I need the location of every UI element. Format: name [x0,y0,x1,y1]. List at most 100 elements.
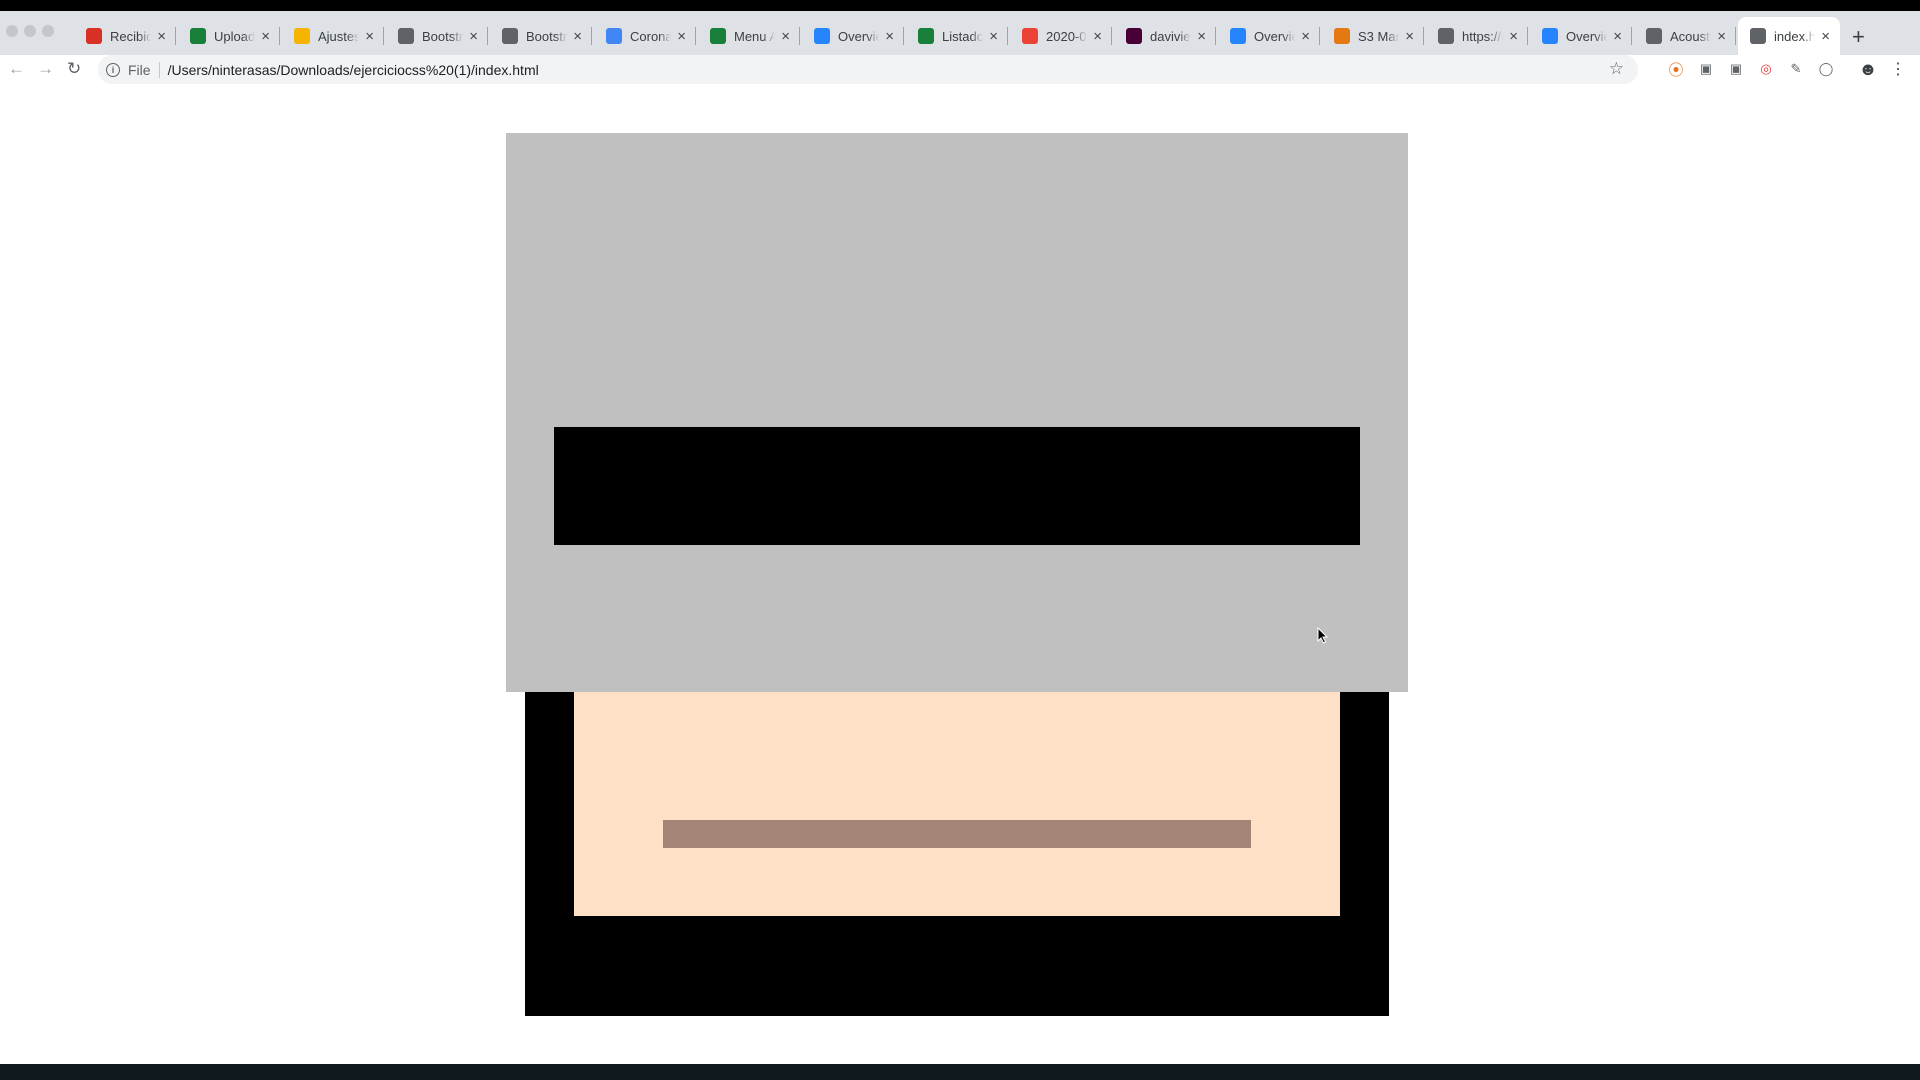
slides-icon [294,28,310,44]
tab-close-icon[interactable]: × [469,28,478,45]
tab-title: Upload [214,28,256,44]
bitbucket-icon [814,28,830,44]
tab-title: Listado [942,28,984,44]
tab-close-icon[interactable]: × [261,28,270,45]
brown-bar [663,820,1251,848]
tab-close-icon[interactable]: × [781,28,790,45]
window-controls[interactable] [6,25,54,37]
tab-separator [1735,27,1736,45]
tab-separator [383,27,384,45]
tab-4[interactable]: Bootstrap × [490,17,592,55]
tab-separator [591,27,592,45]
acoustic-icon [1646,28,1662,44]
extension-orange-icon[interactable]: ⦿ [1668,61,1684,79]
bitbucket-icon [1542,28,1558,44]
tab-12[interactable]: S3 Mana × [1322,17,1424,55]
tab-16[interactable]: index.ht × [1738,17,1840,55]
maximize-window-button[interactable] [42,25,54,37]
tab-close-icon[interactable]: × [1717,28,1726,45]
browser-chrome: Recibido×Upload×Ajustes×Bootstrap×Bootst… [0,11,1920,84]
tab-close-icon[interactable]: × [1405,28,1414,45]
new-tab-button[interactable]: + [1852,26,1865,48]
tab-title: S3 Mana [1358,28,1400,44]
tab-1[interactable]: Upload × [178,17,280,55]
eyedropper-icon[interactable]: ✎ [1788,61,1804,77]
menu-kebab-icon[interactable]: ⋮ [1890,61,1906,78]
forward-icon[interactable]: → [37,59,54,79]
tab-title: Corona [630,28,672,44]
screenshot-icon[interactable]: ▣ [1728,61,1744,77]
tab-3[interactable]: Bootstrap × [386,17,488,55]
tab-title: Ajustes [318,28,360,44]
tab-title: Acoustic [1670,28,1711,44]
sheets-icon [710,28,726,44]
tab-separator [1319,27,1320,45]
back-icon[interactable]: ← [8,59,25,79]
tab-8[interactable]: Listado × [906,17,1008,55]
dock-strip [0,1064,1920,1080]
tab-title: https://a [1462,28,1503,44]
bookmark-star-icon[interactable]: ☆ [1609,59,1624,79]
sheets-icon [918,28,934,44]
tab-title: index.ht [1774,28,1816,44]
tab-10[interactable]: davivien × [1114,17,1216,55]
tab-13[interactable]: https://a × [1426,17,1528,55]
tab-9[interactable]: 2020-0 × [1010,17,1112,55]
tab-separator [1007,27,1008,45]
tab-15[interactable]: Acoustic × [1634,17,1736,55]
tab-title: Overview [1566,28,1608,44]
tab-close-icon[interactable]: × [1093,28,1102,45]
docs-icon [606,28,622,44]
tab-0[interactable]: Recibido × [74,17,176,55]
tab-11[interactable]: Overview × [1218,17,1320,55]
extension-circle-icon[interactable]: ◯ [1818,61,1834,77]
url-text[interactable]: /Users/ninterasas/Downloads/ejerciciocss… [168,62,539,78]
tab-separator [695,27,696,45]
info-icon[interactable]: i [106,62,120,77]
globe-icon [1438,28,1454,44]
tab-2[interactable]: Ajustes × [282,17,384,55]
tab-title: Overview [838,28,880,44]
tab-6[interactable]: Menu A × [698,17,800,55]
mouse-cursor-icon [1317,627,1329,644]
minimize-window-button[interactable] [24,25,36,37]
aws-icon [1334,28,1350,44]
globe-icon [1750,28,1766,44]
tab-close-icon[interactable]: × [1301,28,1310,45]
bitbucket-icon [1230,28,1246,44]
tab-close-icon[interactable]: × [1613,28,1622,45]
gray-box [506,133,1408,692]
profile-avatar-icon[interactable]: ☻ [1859,59,1878,79]
photos-icon [1022,28,1038,44]
tab-close-icon[interactable]: × [1509,28,1518,45]
camera-icon[interactable]: ▣ [1698,61,1714,77]
tab-close-icon[interactable]: × [989,28,998,45]
tab-separator [903,27,904,45]
tab-close-icon[interactable]: × [573,28,582,45]
tab-5[interactable]: Corona × [594,17,696,55]
tab-close-icon[interactable]: × [1821,28,1830,45]
tab-close-icon[interactable]: × [157,28,166,45]
tab-separator [1527,27,1528,45]
address-bar[interactable]: i File /Users/ninterasas/Downloads/ejerc… [98,55,1638,84]
tab-title: Recibido [110,28,152,44]
tab-separator [1215,27,1216,45]
tab-close-icon[interactable]: × [885,28,894,45]
black-box [525,692,1389,1016]
tab-7[interactable]: Overview × [802,17,904,55]
tab-separator [1111,27,1112,45]
tab-close-icon[interactable]: × [677,28,686,45]
reload-icon[interactable]: ↻ [67,59,81,79]
target-extension-icon[interactable]: ◎ [1758,61,1774,77]
xd-icon [1126,28,1142,44]
globe-icon [502,28,518,44]
tab-separator [1631,27,1632,45]
close-window-button[interactable] [6,25,18,37]
tab-title: Menu A [734,28,776,44]
tab-separator [799,27,800,45]
tab-close-icon[interactable]: × [365,28,374,45]
tab-separator [175,27,176,45]
tab-14[interactable]: Overview × [1530,17,1632,55]
tab-close-icon[interactable]: × [1197,28,1206,45]
peach-box [574,692,1340,916]
